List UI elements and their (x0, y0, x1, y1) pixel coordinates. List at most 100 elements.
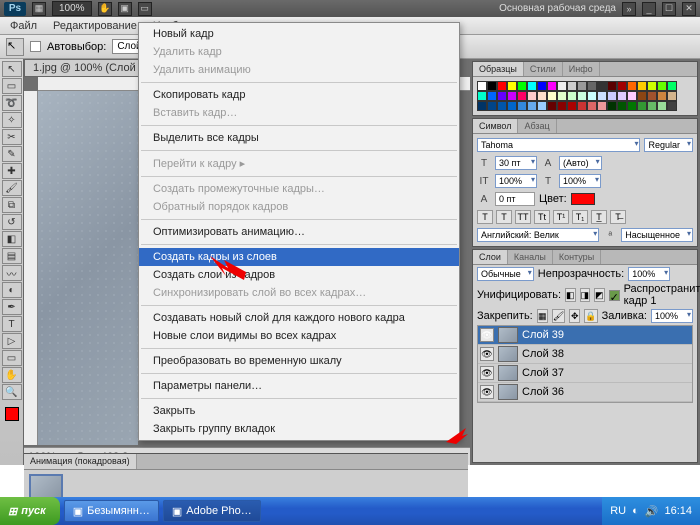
minimize-icon[interactable]: _ (642, 2, 656, 16)
menu-item[interactable]: Оптимизировать анимацию… (139, 223, 459, 241)
move-tool-icon[interactable]: ↖ (6, 38, 24, 56)
swatch[interactable] (517, 81, 527, 91)
swatch[interactable] (627, 101, 637, 111)
strike-btn[interactable]: T̶ (610, 210, 626, 224)
swatch[interactable] (597, 81, 607, 91)
unify-style-icon[interactable]: ◩ (594, 288, 605, 302)
layer-row[interactable]: 👁Слой 37 (478, 364, 692, 383)
taskbar-task[interactable]: ▣Безымянн… (64, 500, 159, 522)
type-tool[interactable]: T (2, 316, 22, 332)
swatch[interactable] (527, 101, 537, 111)
heal-tool[interactable]: ✚ (2, 163, 22, 179)
font-size[interactable]: 30 пт (495, 156, 537, 170)
swatch[interactable] (547, 101, 557, 111)
menu-item[interactable]: Закрыть (139, 402, 459, 420)
swatch[interactable] (517, 101, 527, 111)
lang-indicator[interactable]: RU (610, 505, 626, 517)
swatch[interactable] (507, 81, 517, 91)
visibility-icon[interactable]: 👁 (480, 347, 494, 361)
swatch[interactable] (577, 91, 587, 101)
swatch[interactable] (627, 91, 637, 101)
super-btn[interactable]: T¹ (553, 210, 569, 224)
swatch[interactable] (607, 81, 617, 91)
lock-trans-icon[interactable]: ▦ (537, 309, 548, 323)
swatch[interactable] (577, 101, 587, 111)
swatch[interactable] (527, 81, 537, 91)
font-style[interactable]: Regular (644, 138, 693, 152)
lock-all-icon[interactable]: 🔒 (584, 309, 597, 323)
swatch[interactable] (537, 81, 547, 91)
layer-row[interactable]: 👁Слой 38 (478, 345, 692, 364)
swatch[interactable] (657, 91, 667, 101)
antialias[interactable]: Насыщенное (621, 228, 693, 242)
visibility-icon[interactable]: 👁 (480, 385, 494, 399)
swatch[interactable] (647, 91, 657, 101)
swatch[interactable] (537, 91, 547, 101)
swatch[interactable] (637, 91, 647, 101)
eyedropper-tool[interactable]: ✎ (2, 146, 22, 162)
menu-item[interactable]: Создавать новый слой для каждого нового … (139, 309, 459, 327)
swatch[interactable] (567, 81, 577, 91)
swatch[interactable] (487, 91, 497, 101)
workspace-label[interactable]: Основная рабочая среда (499, 3, 616, 14)
swatch[interactable] (647, 101, 657, 111)
swatch[interactable] (647, 81, 657, 91)
opacity[interactable]: 100% (628, 267, 670, 281)
swatch[interactable] (667, 101, 677, 111)
menu-item[interactable]: Преобразовать во временную шкалу (139, 352, 459, 370)
language[interactable]: Английский: Велик (477, 228, 599, 242)
system-tray[interactable]: RU ◐ 🔊 16:14 (602, 497, 700, 525)
brush-tool[interactable]: 🖌 (2, 180, 22, 196)
autoselect-checkbox[interactable] (30, 41, 41, 52)
swatch[interactable] (587, 81, 597, 91)
menu-item[interactable]: Скопировать кадр (139, 86, 459, 104)
shape-tool[interactable]: ▭ (2, 350, 22, 366)
bold-btn[interactable]: T (477, 210, 493, 224)
menu-item[interactable]: Новые слои видимы во всех кадрах (139, 327, 459, 345)
pen-tool[interactable]: ✒ (2, 299, 22, 315)
swatch[interactable] (517, 91, 527, 101)
fill-opacity[interactable]: 100% (651, 309, 693, 323)
swatch[interactable] (537, 101, 547, 111)
blend-mode[interactable]: Обычные (477, 267, 534, 281)
menu-item[interactable]: Выделить все кадры (139, 129, 459, 147)
swatch[interactable] (477, 101, 487, 111)
swatch[interactable] (527, 91, 537, 101)
crop-tool[interactable]: ✂ (2, 129, 22, 145)
menu-item[interactable]: Параметры панели… (139, 377, 459, 395)
eraser-tool[interactable]: ◧ (2, 231, 22, 247)
swatch[interactable] (477, 91, 487, 101)
tab-character[interactable]: Символ (473, 119, 518, 133)
swatch[interactable] (507, 91, 517, 101)
menu-edit[interactable]: Редактирование (47, 18, 143, 34)
swatch[interactable] (607, 101, 617, 111)
swatch[interactable] (597, 101, 607, 111)
swatch[interactable] (597, 91, 607, 101)
swatch[interactable] (657, 101, 667, 111)
swatch[interactable] (547, 91, 557, 101)
clock[interactable]: 16:14 (664, 505, 692, 517)
view-icon[interactable]: ▣ (118, 2, 132, 16)
visibility-icon[interactable]: 👁 (480, 366, 494, 380)
swatch[interactable] (557, 91, 567, 101)
swatch[interactable] (497, 91, 507, 101)
unify-vis-icon[interactable]: ◨ (580, 288, 591, 302)
close-icon[interactable]: ✕ (682, 2, 696, 16)
caps-btn[interactable]: TT (515, 210, 531, 224)
italic-btn[interactable]: T (496, 210, 512, 224)
stamp-tool[interactable]: ⧉ (2, 197, 22, 213)
swatch[interactable] (607, 91, 617, 101)
tracking[interactable]: 100% (495, 174, 537, 188)
lasso-tool[interactable]: ➰ (2, 95, 22, 111)
propagate-checkbox[interactable]: ✓ (609, 290, 620, 301)
marquee-tool[interactable]: ▭ (2, 78, 22, 94)
swatches-grid[interactable] (477, 81, 693, 111)
swatch[interactable] (497, 81, 507, 91)
tab-layers[interactable]: Слои (473, 250, 508, 264)
zoom-indicator[interactable]: 100% (52, 1, 92, 16)
swatch[interactable] (667, 91, 677, 101)
swatch[interactable] (567, 91, 577, 101)
gradient-tool[interactable]: ▤ (2, 248, 22, 264)
swatch[interactable] (567, 101, 577, 111)
hand-tool[interactable]: ✋ (2, 367, 22, 383)
